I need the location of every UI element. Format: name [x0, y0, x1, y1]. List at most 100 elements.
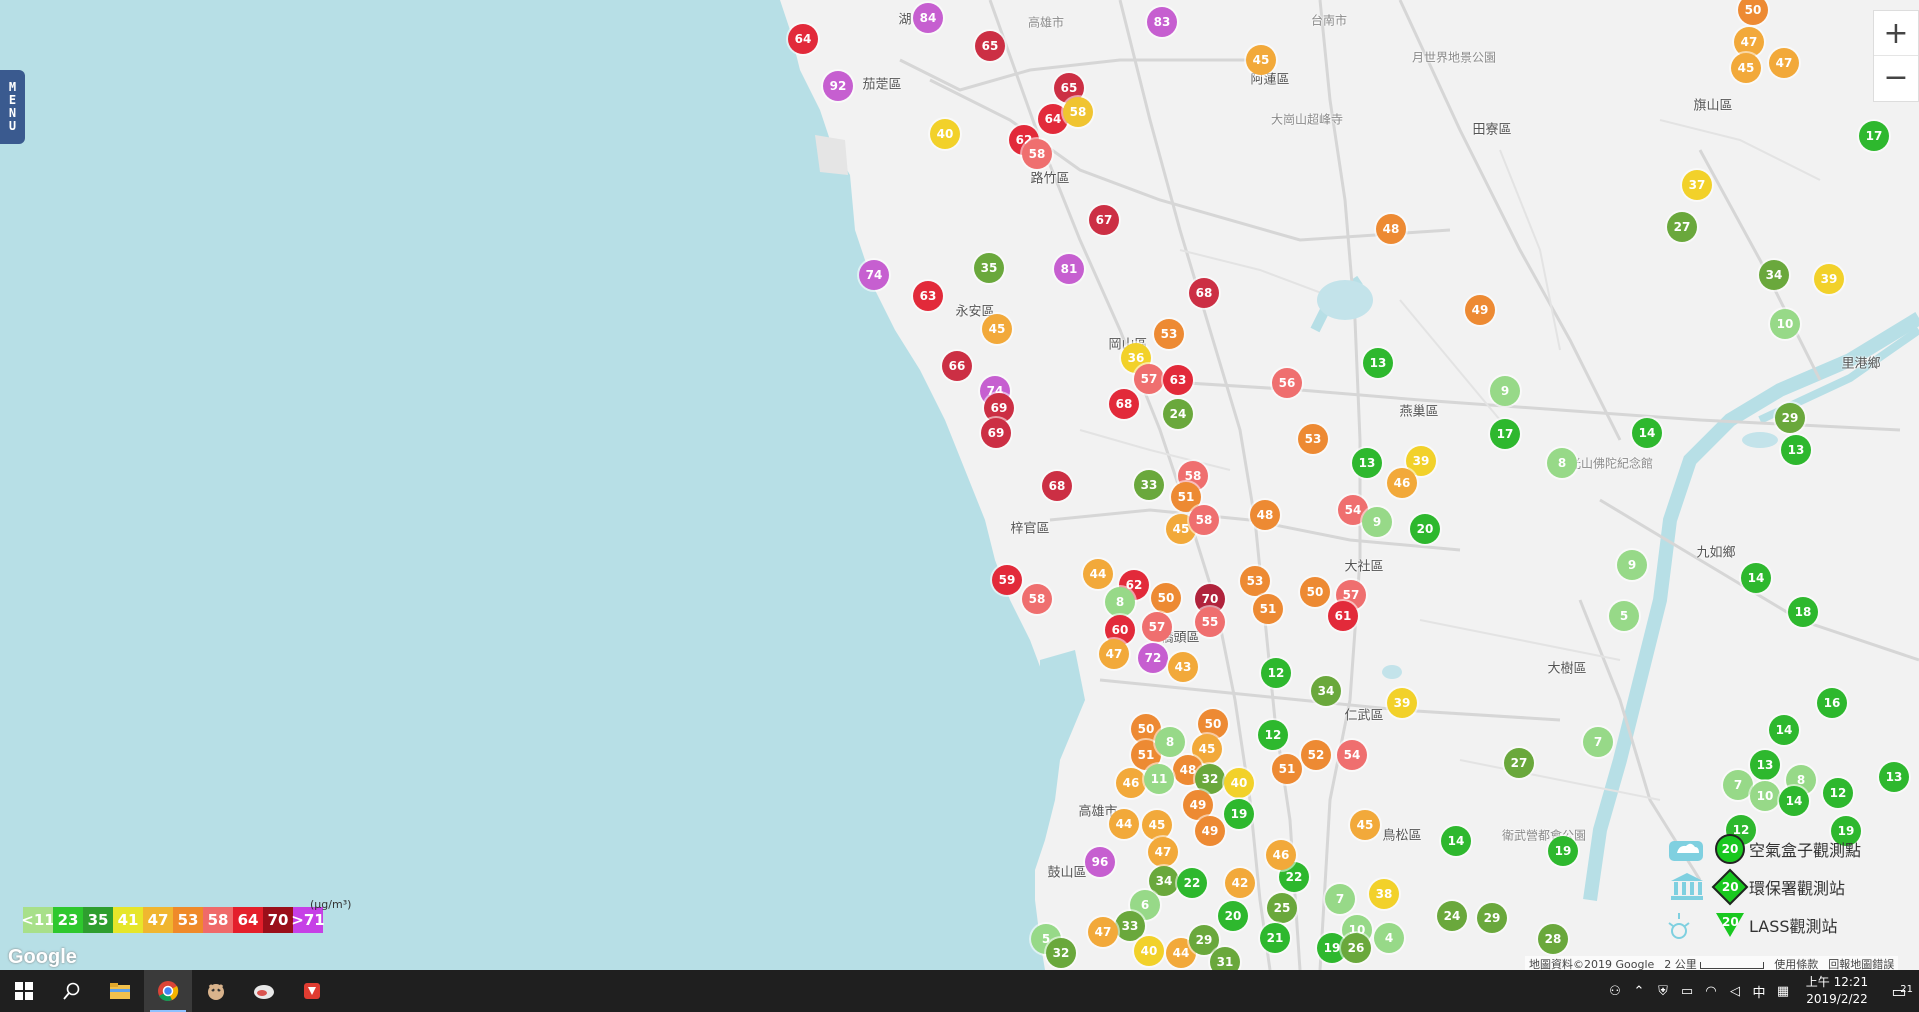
battery-icon[interactable]: ▭ [1675, 984, 1699, 999]
search-button[interactable] [48, 970, 96, 1012]
sensor-marker[interactable]: 58 [1022, 584, 1052, 614]
sensor-marker[interactable]: 52 [1301, 740, 1331, 770]
ime-indicator[interactable]: 中 [1747, 982, 1771, 1001]
sensor-marker[interactable]: 56 [1272, 368, 1302, 398]
sensor-marker[interactable]: 96 [1085, 847, 1115, 877]
sensor-marker[interactable]: 13 [1879, 762, 1909, 792]
sensor-marker[interactable]: 9 [1617, 550, 1647, 580]
sensor-marker[interactable]: 20 [1218, 901, 1248, 931]
sensor-marker[interactable]: 65 [975, 31, 1005, 61]
sensor-marker[interactable]: 72 [1138, 643, 1168, 673]
sensor-marker[interactable]: 45 [1350, 810, 1380, 840]
sensor-marker[interactable]: 53 [1298, 424, 1328, 454]
sensor-marker[interactable]: 13 [1781, 435, 1811, 465]
sensor-marker[interactable]: 58 [1063, 97, 1093, 127]
sensor-marker[interactable]: 61 [1328, 601, 1358, 631]
sensor-marker[interactable]: 22 [1177, 868, 1207, 898]
sensor-marker[interactable]: 39 [1814, 264, 1844, 294]
sensor-marker[interactable]: 19 [1548, 836, 1578, 866]
sensor-marker[interactable]: 7 [1325, 884, 1355, 914]
sensor-marker[interactable]: 59 [992, 565, 1022, 595]
sensor-marker[interactable]: 48 [1250, 500, 1280, 530]
sensor-marker[interactable]: 47 [1148, 837, 1178, 867]
sensor-marker[interactable]: 63 [1163, 365, 1193, 395]
sensor-marker[interactable]: 16 [1817, 688, 1847, 718]
sensor-marker[interactable]: 49 [1195, 816, 1225, 846]
sensor-marker[interactable]: 53 [1154, 319, 1184, 349]
sensor-marker[interactable]: 45 [1142, 810, 1172, 840]
sensor-marker[interactable]: 29 [1775, 403, 1805, 433]
sensor-marker[interactable]: 10 [1770, 309, 1800, 339]
map-view[interactable] [0, 0, 1919, 970]
sensor-marker[interactable]: 8 [1155, 727, 1185, 757]
sensor-marker[interactable]: 13 [1352, 448, 1382, 478]
volume-icon[interactable]: ◁ [1723, 984, 1747, 999]
sensor-marker[interactable]: 14 [1779, 786, 1809, 816]
sensor-marker[interactable]: 74 [859, 260, 889, 290]
people-icon[interactable]: ⚇ [1603, 984, 1627, 999]
sensor-marker[interactable]: 58 [1022, 139, 1052, 169]
sensor-marker[interactable]: 34 [1759, 260, 1789, 290]
keyboard-icon[interactable]: ▦ [1771, 984, 1795, 999]
chevron-up-icon[interactable]: ⌃ [1627, 984, 1651, 999]
sensor-marker[interactable]: 10 [1750, 781, 1780, 811]
sensor-marker[interactable]: 7 [1583, 727, 1613, 757]
sensor-marker[interactable]: 63 [913, 281, 943, 311]
sensor-marker[interactable]: 29 [1477, 903, 1507, 933]
security-icon[interactable]: ⛨ [1651, 984, 1675, 999]
sensor-marker[interactable]: 32 [1046, 938, 1076, 968]
sensor-marker[interactable]: 19 [1224, 799, 1254, 829]
sensor-marker[interactable]: 14 [1632, 418, 1662, 448]
sensor-marker[interactable]: 57 [1134, 364, 1164, 394]
sensor-marker[interactable]: 51 [1272, 754, 1302, 784]
sensor-marker[interactable]: 46 [1266, 840, 1296, 870]
sensor-marker[interactable]: 8 [1105, 587, 1135, 617]
sensor-marker[interactable]: 67 [1089, 205, 1119, 235]
sensor-marker[interactable]: 27 [1667, 212, 1697, 242]
sensor-marker[interactable]: 69 [981, 418, 1011, 448]
sensor-marker[interactable]: 14 [1441, 826, 1471, 856]
sensor-marker[interactable]: 54 [1337, 740, 1367, 770]
sensor-marker[interactable]: 13 [1363, 348, 1393, 378]
sensor-marker[interactable]: 18 [1788, 597, 1818, 627]
sensor-marker[interactable]: 83 [1147, 7, 1177, 37]
clock[interactable]: 上午 12:21 2019/2/22 [1795, 974, 1879, 1008]
sensor-marker[interactable]: 38 [1369, 879, 1399, 909]
file-explorer-button[interactable] [96, 970, 144, 1012]
sensor-marker[interactable]: 47 [1099, 639, 1129, 669]
sensor-marker[interactable]: 12 [1261, 658, 1291, 688]
sensor-marker[interactable]: 9 [1490, 376, 1520, 406]
sensor-marker[interactable]: 7 [1723, 770, 1753, 800]
sensor-marker[interactable]: 40 [1224, 768, 1254, 798]
sensor-marker[interactable]: 20 [1410, 514, 1440, 544]
sensor-marker[interactable]: 28 [1538, 924, 1568, 954]
sensor-marker[interactable]: 35 [974, 253, 1004, 283]
sensor-marker[interactable]: 8 [1547, 448, 1577, 478]
sensor-marker[interactable]: 11 [1144, 764, 1174, 794]
menu-tab[interactable]: M E N U [0, 70, 25, 144]
zoom-in-button[interactable]: + [1874, 11, 1918, 55]
sensor-marker[interactable]: 45 [982, 314, 1012, 344]
sensor-marker[interactable]: 43 [1168, 652, 1198, 682]
sensor-marker[interactable]: 34 [1149, 866, 1179, 896]
sensor-marker[interactable]: 45 [1731, 53, 1761, 83]
sensor-marker[interactable]: 21 [1260, 923, 1290, 953]
sensor-marker[interactable]: 13 [1750, 750, 1780, 780]
sensor-marker[interactable]: 24 [1437, 901, 1467, 931]
sensor-marker[interactable]: 50 [1151, 583, 1181, 613]
sensor-marker[interactable]: 42 [1225, 868, 1255, 898]
sensor-marker[interactable]: 37 [1682, 170, 1712, 200]
sensor-marker[interactable]: 68 [1109, 389, 1139, 419]
sensor-marker[interactable]: 14 [1769, 715, 1799, 745]
sensor-marker[interactable]: 49 [1465, 295, 1495, 325]
sensor-marker[interactable]: 64 [788, 24, 818, 54]
sensor-marker[interactable]: 33 [1134, 470, 1164, 500]
app-mascot-button[interactable] [192, 970, 240, 1012]
sensor-marker[interactable]: 68 [1189, 278, 1219, 308]
app-cloud-button[interactable] [240, 970, 288, 1012]
sensor-marker[interactable]: 81 [1054, 254, 1084, 284]
sensor-marker[interactable]: 39 [1387, 688, 1417, 718]
sensor-marker[interactable]: 92 [823, 71, 853, 101]
sensor-marker[interactable]: 40 [1134, 936, 1164, 966]
app-red-button[interactable] [288, 970, 336, 1012]
